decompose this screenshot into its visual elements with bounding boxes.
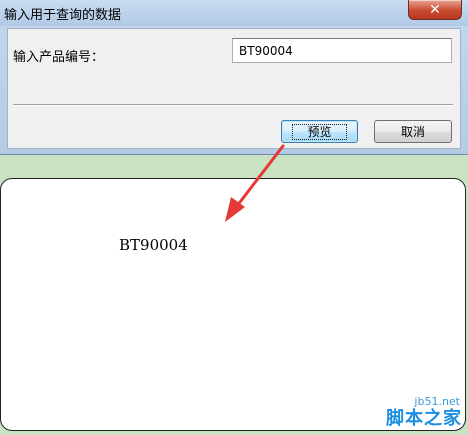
print-preview-card: BT90004 [0,178,466,431]
cancel-button[interactable]: 取消 [374,120,452,143]
preview-button[interactable]: 预览 [281,120,358,143]
product-id-label: 输入产品编号： [13,50,105,65]
dialog-separator [13,104,453,106]
close-button[interactable]: ✕ [408,0,462,20]
preview-button-label: 预览 [292,123,347,140]
close-icon: ✕ [429,1,441,18]
dialog-titlebar[interactable]: 输入用于查询的数据 ✕ [0,0,468,26]
preview-product-id: BT90004 [119,236,188,254]
dialog-title: 输入用于查询的数据 [4,8,122,23]
query-dialog: 输入用于查询的数据 ✕ 输入产品编号： 预览 取消 [0,0,468,155]
cancel-button-label: 取消 [400,125,425,139]
product-id-input[interactable] [232,38,452,63]
dialog-client-area: 输入产品编号： 预览 取消 [7,28,461,149]
